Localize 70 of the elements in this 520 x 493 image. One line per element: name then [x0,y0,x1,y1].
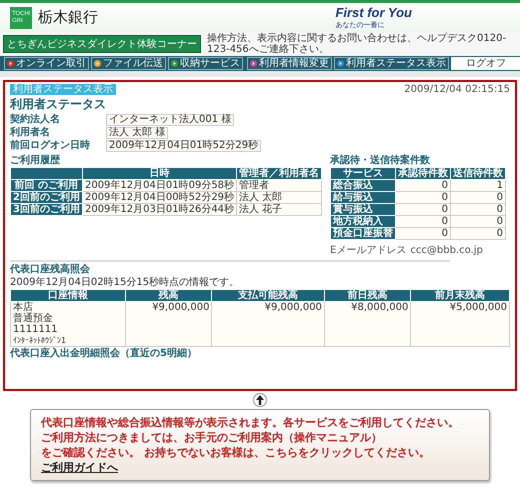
helpdesk-notice: 操作方法、表示内容に関するお問い合わせは、ヘルプデスク0120-123-456へご連絡下さい。 [207,33,508,55]
account-cell: 本店 普通預金 1111111 ｲﾝﾀｰﾈｯﾄﾎｳｼﾞﾝ1 [10,302,126,346]
table-cell: 2009年12月04日01時09分58秒 [82,180,237,192]
row-header: 地方税納入 [330,216,396,228]
table-cell: 0 [450,204,506,216]
nav-tab[interactable]: 利用者情報変更 [247,57,332,70]
logoff-button[interactable]: ログオフ [451,57,520,70]
column-header: 口座情報 [10,290,126,302]
section-heading: 承認待・送信待案件数 [330,155,432,167]
info-label: 契約法人名 [10,114,61,126]
row-header: 預金口座振替 [330,228,396,240]
table-cell: 0 [450,192,506,204]
nav-tab[interactable]: 収納サービス [168,57,243,70]
row-header: 賞与振込 [330,204,396,216]
table-cell: ¥8,000,000 [324,302,411,346]
column-header: 前月末残高 [410,290,510,302]
corner-label: とちぎんビジネスダイレクト体験コーナー [3,35,201,53]
up-arrow-icon [253,393,267,407]
row-header: 総合振込 [330,180,396,192]
nav-tab[interactable]: オンライン取引 [4,57,89,70]
table-cell: ¥9,000,000 [212,302,324,346]
email-value: ccc@bbb.co.jp [410,245,483,256]
table-cell: 0 [450,216,506,228]
bank-name: 栃木銀行 [38,8,98,27]
table-cell: 0 [396,192,451,204]
table-cell: 管理者 [236,180,322,192]
table-cell: 0 [450,228,506,240]
table-cell: 1 [450,180,506,192]
column-header: 前日残高 [324,290,411,302]
page-title: 利用者ステータス [10,96,107,113]
row-header: 2回前のご利用 [10,192,82,204]
table-cell: 0 [396,180,451,192]
callout-text: をご確認ください。 お持ちでないお客様は、こちらをクリックしてください。 [41,445,431,460]
callout-text: ご利用方法につきましては、お手元のご利用案内（操作マニュアル） [41,430,383,445]
column-header: 残高 [126,290,212,302]
column-header: 承認待件数 [396,168,451,180]
column-header: 日時 [82,168,237,180]
info-value: インターネット法人001 様 [106,114,234,126]
row-header: 3回前のご利用 [10,204,82,216]
table-cell: 法人 花子 [236,204,322,216]
table-cell: 0 [396,204,451,216]
row-header: 給与振込 [330,192,396,204]
row-header: 前回 のご利用 [10,180,82,192]
page-tag: 利用者ステータス表示 [10,84,116,95]
column-header: サービス [330,168,396,180]
section-heading: ご利用履歴 [10,155,61,167]
table-cell: 2009年12月04日00時52分29秒 [82,192,237,204]
table-cell: 2009年12月03日01時26分44秒 [82,204,237,216]
info-label: 利用者名 [10,127,51,139]
section-heading: 代表口座入出金明細照会（直近の5明細） [10,348,198,360]
section-heading: 代表口座残高照会 [10,264,91,276]
column-header: 管理者／利用者名 [236,168,322,180]
balance-note: 2009年12月04日02時15分15秒時点の情報です。 [10,277,240,288]
column-header: 送信待件数 [450,168,506,180]
table-cell: 0 [396,216,451,228]
slogan: First for You [335,5,412,20]
guide-link[interactable]: ご利用ガイドへ [41,461,118,474]
table-cell: 0 [396,228,451,240]
info-label: 前回ログオン日時 [10,140,91,152]
info-value: 法人 太郎 様 [106,127,168,139]
timestamp: 2009/12/04 02:15:15 [404,84,510,95]
nav-tab[interactable]: 利用者ステータス表示 [334,57,449,70]
table-cell: 法人 太郎 [236,192,322,204]
info-value: 2009年12月04日01時52分29秒 [106,140,262,152]
table-cell: ¥5,000,000 [410,302,510,346]
table-cell: ¥9,000,000 [126,302,212,346]
callout-text: 代表口座情報や総合振込情報等が表示されます。各サービスをご利用してください。 [41,415,460,430]
email-label: Eメールアドレス [330,245,406,256]
nav-tab[interactable]: ファイル伝送 [91,57,166,70]
column-header: 支払可能残高 [212,290,324,302]
